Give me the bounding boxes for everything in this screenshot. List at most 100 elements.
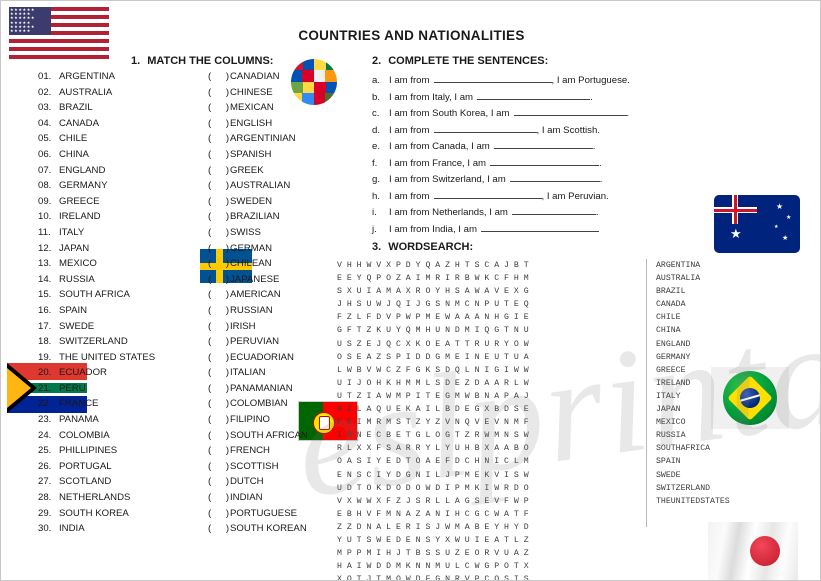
answer-blank[interactable]: ( ) [208,336,230,347]
nationality-row[interactable]: ( ) BRAZILIAN [208,211,308,227]
sentence-answer-blank[interactable] [490,156,600,166]
nationality-row[interactable]: ( ) MEXICAN [208,102,308,118]
country-number: 14. [38,273,52,285]
nationality-row[interactable]: ( ) ENGLISH [208,118,308,134]
sentence-answer-blank[interactable] [433,189,542,199]
answer-blank[interactable]: ( ) [208,196,230,207]
nationality-row[interactable]: ( ) PANAMANIAN [208,383,308,399]
sentence-text-before: I am from Switzerland, I am [389,174,506,185]
answer-blank[interactable]: ( ) [208,165,230,176]
wordsearch-row: U D T O K D O D O W D I P M K I W R D O [337,483,529,493]
answer-blank[interactable]: ( ) [208,476,230,487]
answer-blank[interactable]: ( ) [208,180,230,191]
nationality-row[interactable]: ( ) GREEK [208,165,308,181]
wordsearch-word: ARGENTINA [656,261,701,270]
wordsearch-word: JAPAN [656,405,681,415]
wordsearch-word: GERMANY [656,352,691,362]
nationality-name: COLOMBIAN [230,398,288,410]
country-row: 12. JAPAN [38,243,155,259]
sentence-answer-blank[interactable] [480,222,599,232]
nationality-row[interactable]: ( ) SCOTTISH [208,461,308,477]
nationality-row[interactable]: ( ) ECUADORIAN [208,352,308,368]
nationality-row[interactable]: ( ) GERMAN [208,243,308,259]
answer-blank[interactable]: ( ) [208,383,230,394]
answer-blank[interactable]: ( ) [208,274,230,285]
nationality-row[interactable]: ( ) ARGENTINIAN [208,133,308,149]
nationality-name: FRENCH [230,445,270,457]
answer-blank[interactable]: ( ) [208,414,230,425]
answer-blank[interactable]: ( ) [208,227,230,238]
nationality-row[interactable]: ( ) FILIPINO [208,414,308,430]
nationality-name: GREEK [230,164,264,176]
nationality-row[interactable]: ( ) PORTUGUESE [208,508,308,524]
nationality-name: BRAZILIAN [230,211,280,223]
answer-blank[interactable]: ( ) [208,398,230,409]
answer-blank[interactable]: ( ) [208,492,230,503]
answer-blank[interactable]: ( ) [208,305,230,316]
country-name: THE UNITED STATES [59,351,156,363]
country-name: SPAIN [59,304,88,316]
sentence-text-after: . [595,207,599,218]
sentence-answer-blank[interactable] [511,205,596,215]
wordsearch-word: ITALY [656,391,681,401]
nationality-row[interactable]: ( ) CANADIAN [208,71,308,87]
nationality-row[interactable]: ( ) SOUTH AFRICAN [208,430,308,446]
sentence-answer-blank[interactable] [513,106,627,116]
answer-blank[interactable]: ( ) [208,102,230,113]
country-name: CANADA [59,117,99,129]
nationality-row[interactable]: ( ) CHINESE [208,87,308,103]
answer-blank[interactable]: ( ) [208,118,230,129]
nationality-row[interactable]: ( ) FRENCH [208,445,308,461]
answer-blank[interactable]: ( ) [208,258,230,269]
wordsearch-row: E B H V F M N A Z A N I H C G C W A T F [337,509,529,519]
answer-blank[interactable]: ( ) [208,445,230,456]
nationality-row[interactable]: ( ) SWISS [208,227,308,243]
sentence-row: g. I am from Switzerland, I am. [372,172,630,189]
answer-blank[interactable]: ( ) [208,87,230,98]
country-name: NETHERLANDS [59,492,131,504]
country-number: 25. [38,445,52,457]
answer-blank[interactable]: ( ) [208,71,230,82]
sentence-answer-blank[interactable] [509,172,600,182]
nationality-name: ENGLISH [230,117,273,129]
nationality-row[interactable]: ( ) SPANISH [208,149,308,165]
sentence-answer-blank[interactable] [493,139,593,149]
wordsearch-row: X O T J T M O W D F G N R V P C Q S I S [337,575,529,581]
answer-blank[interactable]: ( ) [208,149,230,160]
nationality-row[interactable]: ( ) COLOMBIAN [208,398,308,414]
nationality-row[interactable]: ( ) DUTCH [208,476,308,492]
answer-blank[interactable]: ( ) [208,211,230,222]
answer-blank[interactable]: ( ) [208,289,230,300]
answer-blank[interactable]: ( ) [208,133,230,144]
answer-blank[interactable]: ( ) [208,352,230,363]
nationality-row[interactable]: ( ) ITALIAN [208,367,308,383]
answer-blank[interactable]: ( ) [208,321,230,332]
exercise1-number: 1. [131,55,141,67]
sentence-text-after: , I am Scottish. [536,124,600,136]
sentence-answer-blank[interactable] [433,73,552,83]
nationality-row[interactable]: ( ) RUSSIAN [208,305,308,321]
nationality-name: DUTCH [230,476,264,488]
answer-blank[interactable]: ( ) [208,508,230,519]
country-name: PERU [59,382,86,394]
nationality-row[interactable]: ( ) INDIAN [208,492,308,508]
nationality-row[interactable]: ( ) JAPANESE [208,274,308,290]
australia-flag: ★ ★ ★ ★ ★ [714,195,800,253]
answer-blank[interactable]: ( ) [208,243,230,254]
nationality-row[interactable]: ( ) SOUTH KOREAN [208,523,308,539]
nationality-row[interactable]: ( ) PERUVIAN [208,336,308,352]
nationality-row[interactable]: ( ) SWEDEN [208,196,308,212]
nationality-row[interactable]: ( ) IRISH [208,321,308,337]
sentence-answer-blank[interactable] [433,123,537,133]
wordsearch-word: SWITZERLAND [656,483,711,493]
nationality-row[interactable]: ( ) AMERICAN [208,289,308,305]
nationality-row[interactable]: ( ) AUSTRALIAN [208,180,308,196]
sentence-answer-blank[interactable] [477,90,591,100]
wordsearch-row: U S Z E J Q C X K O E A T T R U R Y O W [337,339,529,349]
answer-blank[interactable]: ( ) [208,367,230,378]
nationality-row[interactable]: ( ) CHILEAN [208,258,308,274]
answer-blank[interactable]: ( ) [208,430,230,441]
answer-blank[interactable]: ( ) [208,461,230,472]
sentence-text-after: . [599,157,602,169]
answer-blank[interactable]: ( ) [208,523,230,534]
